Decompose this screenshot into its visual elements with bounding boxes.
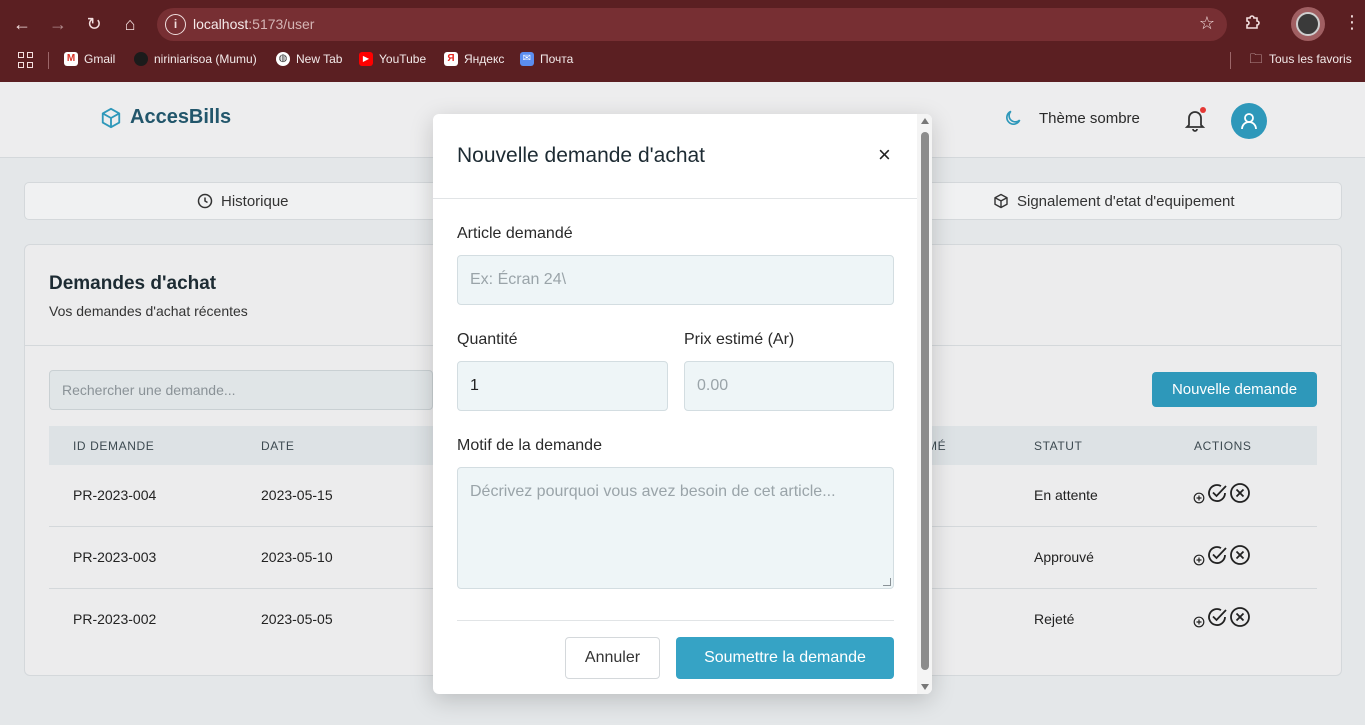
search-input[interactable]: Rechercher une demande...: [49, 370, 433, 410]
reject-icon[interactable]: [1229, 606, 1251, 628]
gmail-icon: M: [64, 52, 78, 66]
modal-title: Nouvelle demande d'achat: [457, 144, 706, 167]
row-actions: [1193, 606, 1251, 628]
cancel-button[interactable]: Annuler: [565, 637, 660, 679]
notification-dot: [1200, 107, 1206, 113]
back-icon[interactable]: ←: [10, 12, 34, 36]
scrollbar-thumb[interactable]: [921, 132, 929, 670]
mail-icon: ✉: [520, 52, 534, 66]
column-status: STATUT: [1034, 439, 1083, 453]
site-info-icon[interactable]: i: [165, 14, 186, 35]
view-icon[interactable]: [1193, 492, 1205, 504]
close-icon[interactable]: ×: [878, 143, 891, 167]
brand[interactable]: AccesBills: [100, 106, 231, 129]
bookmark-new-tab[interactable]: ◍ New Tab: [276, 52, 342, 66]
yandex-icon: Я: [444, 52, 458, 66]
row-id: PR-2023-004: [73, 487, 157, 503]
row-date: 2023-05-05: [261, 611, 333, 627]
price-input[interactable]: 0.00: [684, 361, 894, 411]
moon-icon: [1006, 110, 1021, 125]
browser-menu-icon[interactable]: ⋮: [1343, 12, 1361, 33]
cube-logo-icon: [101, 107, 121, 128]
browser-toolbar: ← → ↻ ⌂ i localhost:5173/user ☆ ⋮: [0, 0, 1365, 47]
reject-icon[interactable]: [1229, 544, 1251, 566]
youtube-icon: ▶: [359, 52, 373, 66]
user-icon: [1241, 113, 1257, 130]
bookmark-github[interactable]: niriniarisoa (Mumu): [134, 52, 257, 66]
modal-footer-divider: [457, 620, 894, 621]
article-input[interactable]: Ex: Écran 24\: [457, 255, 894, 305]
new-request-modal: Nouvelle demande d'achat × Article deman…: [433, 114, 932, 694]
row-id: PR-2023-003: [73, 549, 157, 565]
theme-label: Thème sombre: [1039, 109, 1140, 127]
card-subtitle: Vos demandes d'achat récentes: [49, 303, 248, 319]
scroll-down-icon[interactable]: [921, 684, 929, 690]
bookmarks-bar: M Gmail niriniarisoa (Mumu) ◍ New Tab ▶ You…: [0, 47, 1365, 75]
profile-avatar[interactable]: [1291, 7, 1325, 41]
bookmark-youtube[interactable]: ▶ YouTube: [359, 52, 426, 66]
approve-icon[interactable]: [1206, 606, 1228, 628]
forward-icon[interactable]: →: [46, 12, 70, 36]
bookmark-all-favorites[interactable]: 🗀 Tous les favoris: [1249, 51, 1351, 67]
row-status: Rejeté: [1034, 611, 1075, 627]
theme-toggle[interactable]: Thème sombre: [1003, 108, 1140, 128]
column-actions: ACTIONS: [1194, 439, 1252, 453]
github-icon: [134, 52, 148, 66]
bookmark-gmail[interactable]: M Gmail: [64, 52, 115, 66]
tab-equipment[interactable]: Signalement d'etat d'equipement: [993, 183, 1235, 219]
approve-icon[interactable]: [1206, 544, 1228, 566]
price-label: Prix estimé (Ar): [684, 331, 795, 348]
reject-icon[interactable]: [1229, 482, 1251, 504]
bookmarks-separator-right: [1230, 52, 1231, 69]
quantity-input[interactable]: 1: [457, 361, 668, 411]
bookmark-mail[interactable]: ✉ Почта: [520, 52, 573, 66]
reason-placeholder: Décrivez pourquoi vous avez besoin de ce…: [470, 483, 836, 500]
bookmark-yandex[interactable]: Я Яндекс: [444, 52, 504, 66]
url-text[interactable]: localhost:5173/user: [193, 16, 314, 32]
globe-icon: ◍: [276, 52, 290, 66]
view-icon[interactable]: [1193, 554, 1205, 566]
row-actions: [1193, 482, 1251, 504]
modal-header-divider: [433, 198, 917, 199]
row-status: Approuvé: [1034, 549, 1094, 565]
new-request-button[interactable]: Nouvelle demande: [1152, 372, 1317, 407]
column-date: DATE: [261, 439, 295, 453]
package-icon: [994, 193, 1008, 209]
scroll-up-icon[interactable]: [921, 118, 929, 124]
row-date: 2023-05-15: [261, 487, 333, 503]
extensions-icon[interactable]: [1243, 12, 1265, 34]
tab-history[interactable]: Historique: [197, 183, 289, 219]
clock-icon: [197, 193, 213, 209]
quantity-label: Quantité: [457, 331, 518, 348]
article-label: Article demandé: [457, 225, 573, 242]
view-icon[interactable]: [1193, 616, 1205, 628]
user-avatar[interactable]: [1231, 103, 1267, 139]
tab-history-label: Historique: [221, 192, 289, 210]
tab-equipment-label: Signalement d'etat d'equipement: [1017, 192, 1235, 210]
submit-button[interactable]: Soumettre la demande: [676, 637, 894, 679]
browser-chrome: ← → ↻ ⌂ i localhost:5173/user ☆ ⋮ M Gmail…: [0, 0, 1365, 82]
approve-icon[interactable]: [1206, 482, 1228, 504]
card-title: Demandes d'achat: [49, 273, 217, 294]
row-date: 2023-05-10: [261, 549, 333, 565]
reload-icon[interactable]: ↻: [82, 12, 106, 36]
bookmark-star-icon[interactable]: ☆: [1199, 13, 1215, 34]
reason-textarea[interactable]: Décrivez pourquoi vous avez besoin de ce…: [457, 467, 894, 589]
row-id: PR-2023-002: [73, 611, 157, 627]
row-actions: [1193, 544, 1251, 566]
folder-icon: 🗀: [1249, 51, 1263, 66]
reason-label: Motif de la demande: [457, 437, 602, 454]
row-status: En attente: [1034, 487, 1098, 503]
resize-handle-icon[interactable]: [883, 578, 891, 586]
column-id: ID DEMANDE: [73, 439, 155, 453]
notifications-button[interactable]: [1183, 107, 1207, 133]
brand-name: AccesBills: [130, 106, 232, 128]
home-icon[interactable]: ⌂: [118, 12, 142, 36]
address-bar[interactable]: i localhost:5173/user ☆: [157, 8, 1227, 41]
